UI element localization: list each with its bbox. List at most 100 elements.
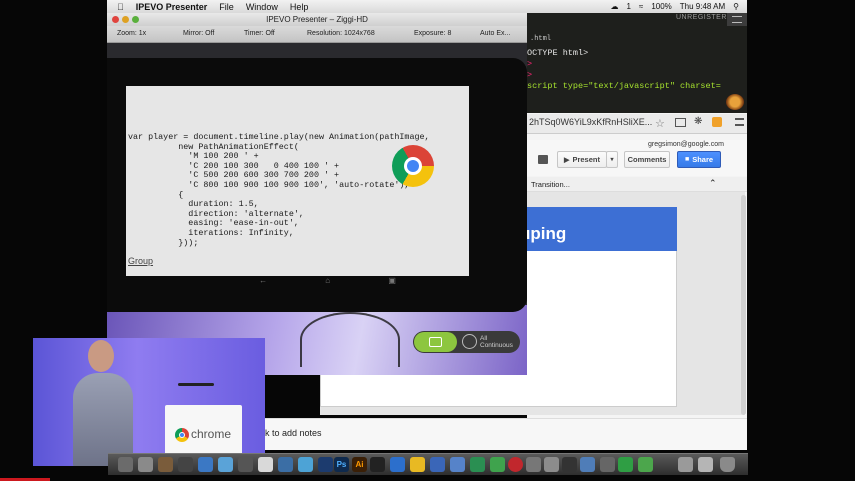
- mode-all: All: [480, 335, 488, 342]
- menubar-status: ☁ 1 ≈ 100% Thu 9:48 AM ⚲: [610, 0, 739, 13]
- editor-line-4: script type="text/javascript" charset=: [527, 81, 721, 91]
- zoom-select[interactable]: Zoom: 1x: [117, 30, 146, 37]
- home-icon[interactable]: ⌂: [325, 276, 330, 285]
- zoom-icon[interactable]: [132, 16, 139, 23]
- dock-photoshop-icon[interactable]: Ps: [334, 457, 349, 472]
- ipevo-toolbar: Zoom: 1x Mirror: Off Timer: Off Resoluti…: [107, 26, 527, 43]
- auto-exposure-select[interactable]: Auto Ex...: [480, 30, 510, 37]
- menu-badge[interactable]: 1: [626, 2, 630, 11]
- editor-tab[interactable]: .html: [530, 35, 551, 43]
- present-dropdown-button[interactable]: ▾: [606, 151, 618, 168]
- dock-app-icon[interactable]: [390, 457, 405, 472]
- dock-finder-icon[interactable]: [118, 457, 133, 472]
- mode-continuous: Continuous: [480, 342, 513, 349]
- apple-icon[interactable]: : [117, 2, 124, 12]
- extension-icon[interactable]: ❋: [694, 116, 702, 127]
- battery-label[interactable]: 100%: [651, 2, 671, 11]
- menu-window[interactable]: Window: [246, 2, 278, 12]
- dock-app-icon[interactable]: [678, 457, 693, 472]
- dock-app-icon[interactable]: [278, 457, 293, 472]
- dock-app-icon[interactable]: [178, 457, 193, 472]
- capture-button[interactable]: [414, 332, 457, 352]
- dock-app-icon[interactable]: [490, 457, 505, 472]
- continuous-mode-icon[interactable]: [462, 334, 477, 349]
- dock-app-icon[interactable]: [370, 457, 385, 472]
- dock-app-icon[interactable]: [218, 457, 233, 472]
- android-nav-bar: ← ⌂ ▣: [230, 276, 425, 285]
- ipevo-titlebar: IPEVO Presenter – Ziggi-HD: [107, 13, 527, 26]
- editor-line-3: >: [527, 70, 533, 80]
- collapse-icon[interactable]: ⌃: [709, 178, 717, 189]
- editor-menu-icon[interactable]: [727, 13, 747, 26]
- speaker-notes[interactable]: k to add notes: [265, 418, 747, 450]
- dock-app-icon[interactable]: [698, 457, 713, 472]
- dock-app-icon[interactable]: [158, 457, 173, 472]
- dock-trash-icon[interactable]: [720, 457, 735, 472]
- dock-app-icon[interactable]: [258, 457, 273, 472]
- dock-illustrator-icon[interactable]: Ai: [352, 457, 367, 472]
- camera-icon: [429, 337, 442, 347]
- resolution-select[interactable]: Resolution: 1024x768: [307, 30, 375, 37]
- lock-icon: ■: [684, 156, 690, 163]
- minimize-icon[interactable]: [122, 16, 129, 23]
- clock[interactable]: Thu 9:48 AM: [680, 2, 725, 11]
- dock-app-icon[interactable]: [600, 457, 615, 472]
- url-text[interactable]: 2hTSq0W6YiL9xKfRnHSliXE...: [529, 117, 654, 131]
- dock-app-icon[interactable]: [508, 457, 523, 472]
- share-label: Share: [692, 155, 714, 164]
- dock-app-icon[interactable]: [470, 457, 485, 472]
- dock-app-icon[interactable]: [580, 457, 595, 472]
- dock-app-icon[interactable]: [410, 457, 425, 472]
- back-icon[interactable]: ←: [259, 276, 267, 285]
- recents-icon[interactable]: ▣: [388, 276, 396, 285]
- timer-select[interactable]: Timer: Off: [244, 30, 275, 37]
- exposure-select[interactable]: Exposure: 8: [414, 30, 451, 37]
- play-icon: ▶: [564, 156, 570, 164]
- dock-app-icon[interactable]: [318, 457, 333, 472]
- star-icon[interactable]: ☆: [655, 117, 665, 130]
- cloud-icon[interactable]: ☁: [610, 2, 618, 11]
- dock-app-icon[interactable]: [138, 457, 153, 472]
- wifi-icon[interactable]: ≈: [639, 2, 643, 11]
- present-button[interactable]: ▶ Present: [557, 151, 607, 168]
- code-editor-panel: [527, 13, 747, 113]
- video-frame:  IPEVO Presenter File Window Help ☁ 1 ≈…: [0, 0, 855, 481]
- menu-app-name[interactable]: IPEVO Presenter: [136, 2, 208, 12]
- present-label: Present: [572, 155, 600, 164]
- close-icon[interactable]: [112, 16, 119, 23]
- comment-icon[interactable]: [538, 155, 548, 164]
- dock-app-icon[interactable]: [618, 457, 633, 472]
- editor-line-1: OCTYPE html>: [527, 48, 589, 58]
- spotlight-icon[interactable]: ⚲: [733, 2, 739, 11]
- editor-line-2: >: [527, 59, 533, 69]
- dock-app-icon[interactable]: [450, 457, 465, 472]
- cast-icon[interactable]: [675, 118, 686, 127]
- rss-icon[interactable]: [712, 117, 722, 127]
- dock-app-icon[interactable]: [198, 457, 213, 472]
- dock-app-icon[interactable]: [544, 457, 559, 472]
- cable: [300, 312, 400, 367]
- dock-app-icon[interactable]: [430, 457, 445, 472]
- group-link[interactable]: Group: [128, 256, 153, 266]
- burger-icon[interactable]: [726, 94, 744, 110]
- microphone: [178, 383, 214, 386]
- menu-help[interactable]: Help: [290, 2, 309, 12]
- comments-button[interactable]: Comments: [624, 151, 670, 168]
- chrome-menu-icon[interactable]: [735, 118, 744, 126]
- mirror-select[interactable]: Mirror: Off: [183, 30, 214, 37]
- menu-file[interactable]: File: [219, 2, 234, 12]
- transition-button[interactable]: Transition...: [531, 180, 570, 189]
- dock-app-icon[interactable]: [562, 457, 577, 472]
- capture-mode-label[interactable]: All Continuous: [480, 335, 513, 349]
- dock-app-icon[interactable]: [526, 457, 541, 472]
- chrome-podium-icon: [175, 428, 189, 442]
- dock-app-icon[interactable]: [238, 457, 253, 472]
- share-button[interactable]: ■ Share: [677, 151, 721, 168]
- slides-toolbar-row: Transition... ⌃: [527, 177, 747, 192]
- notes-placeholder: k to add notes: [265, 428, 322, 438]
- account-email[interactable]: gregsimon@google.com: [648, 141, 724, 148]
- slides-scrollbar[interactable]: [741, 195, 746, 415]
- dock-app-icon[interactable]: [638, 457, 653, 472]
- dock-app-icon[interactable]: [298, 457, 313, 472]
- presenter-head: [88, 340, 114, 372]
